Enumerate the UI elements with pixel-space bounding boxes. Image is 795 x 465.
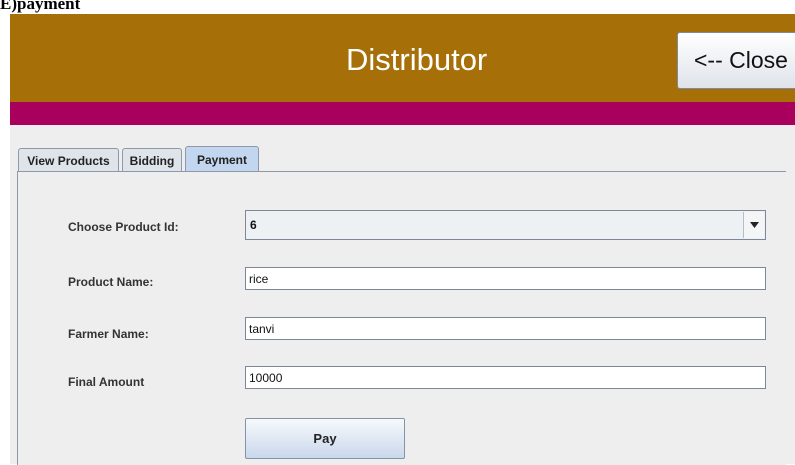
close-button[interactable]: <-- Close	[677, 32, 795, 89]
farmer-name-field[interactable]: tanvi	[245, 317, 766, 340]
window-header: Distributor <-- Close	[10, 14, 795, 102]
chevron-down-icon[interactable]	[743, 212, 764, 238]
pay-button[interactable]: Pay	[245, 418, 405, 459]
product-id-label: Choose Product Id:	[68, 220, 179, 234]
product-name-label: Product Name:	[68, 275, 154, 289]
farmer-name-label: Farmer Name:	[68, 327, 149, 341]
tab-payment[interactable]: Payment	[185, 146, 259, 172]
tab-view-products[interactable]: View Products	[18, 148, 119, 172]
header-band	[10, 102, 795, 125]
payment-panel: Choose Product Id: 6 Product Name: rice …	[17, 171, 786, 465]
final-amount-field[interactable]: 10000	[245, 366, 766, 389]
product-id-value: 6	[250, 218, 257, 232]
final-amount-label: Final Amount	[68, 375, 145, 389]
product-id-select[interactable]: 6	[245, 210, 766, 240]
product-name-field[interactable]: rice	[245, 267, 766, 290]
document-heading: E)payment	[0, 0, 81, 13]
window-title: Distributor	[346, 42, 488, 77]
tab-bidding[interactable]: Bidding	[122, 148, 182, 172]
